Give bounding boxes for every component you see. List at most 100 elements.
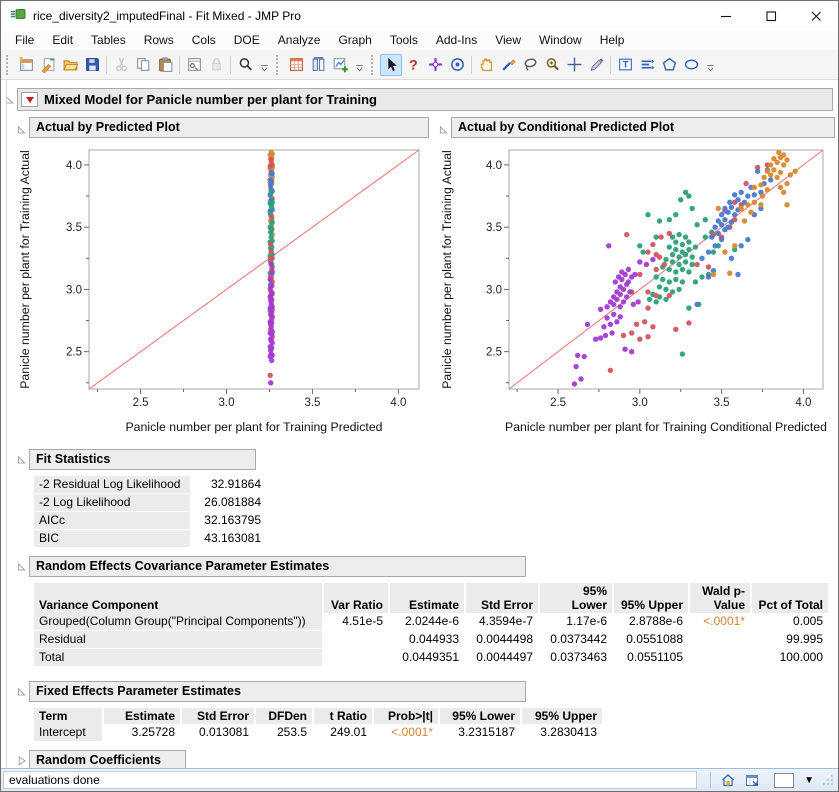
annotate-tool-icon[interactable] <box>585 54 607 76</box>
data-point[interactable] <box>268 373 273 378</box>
fit-statistics-header[interactable]: Fit Statistics <box>29 449 256 470</box>
data-point[interactable] <box>703 217 708 222</box>
data-point[interactable] <box>729 205 734 210</box>
data-point[interactable] <box>578 376 583 381</box>
cut-icon[interactable] <box>110 54 132 76</box>
data-point[interactable] <box>268 284 273 289</box>
data-point[interactable] <box>745 237 750 242</box>
data-point[interactable] <box>706 264 711 269</box>
data-point[interactable] <box>788 172 793 177</box>
data-point[interactable] <box>667 293 672 298</box>
data-point[interactable] <box>712 243 717 248</box>
data-point[interactable] <box>703 234 708 239</box>
data-point[interactable] <box>650 242 655 247</box>
data-point[interactable] <box>680 351 685 356</box>
data-point[interactable] <box>593 337 598 342</box>
data-point[interactable] <box>606 243 611 248</box>
data-point[interactable] <box>667 279 672 284</box>
menu-file[interactable]: File <box>6 31 43 50</box>
data-point[interactable] <box>621 299 626 304</box>
graph-builder-icon[interactable] <box>329 54 351 76</box>
menu-help[interactable]: Help <box>591 31 634 50</box>
data-point[interactable] <box>608 368 613 373</box>
data-point[interactable] <box>642 319 647 324</box>
arrow-tool-icon[interactable] <box>380 54 402 76</box>
data-point[interactable] <box>722 206 727 211</box>
resize-grip[interactable] <box>822 774 834 786</box>
menu-doe[interactable]: DOE <box>225 31 269 50</box>
data-point[interactable] <box>709 234 714 239</box>
disclosure-open-icon[interactable] <box>15 454 27 465</box>
data-point[interactable] <box>719 237 724 242</box>
data-point[interactable] <box>725 225 730 230</box>
menu-analyze[interactable]: Analyze <box>269 31 330 50</box>
data-point[interactable] <box>613 279 618 284</box>
data-point[interactable] <box>686 269 691 274</box>
data-point[interactable] <box>775 175 780 180</box>
data-point[interactable] <box>608 299 613 304</box>
data-point[interactable] <box>268 230 273 235</box>
data-point[interactable] <box>729 256 734 261</box>
data-point[interactable] <box>755 169 760 174</box>
data-point[interactable] <box>711 272 716 277</box>
title-bar[interactable]: rice_diversity2_imputedFinal - Fit Mixed… <box>1 1 838 31</box>
data-point[interactable] <box>694 222 699 227</box>
data-point[interactable] <box>716 218 721 223</box>
toolbar-overflow-icon[interactable] <box>258 55 271 75</box>
data-point[interactable] <box>663 287 668 292</box>
data-point[interactable] <box>268 182 273 187</box>
data-point[interactable] <box>699 274 704 279</box>
maximize-button[interactable] <box>748 1 793 31</box>
data-point[interactable] <box>739 243 744 248</box>
data-point[interactable] <box>268 380 273 385</box>
data-point[interactable] <box>604 315 609 320</box>
data-point[interactable] <box>686 305 691 310</box>
data-point[interactable] <box>771 167 776 172</box>
data-point[interactable] <box>573 364 578 369</box>
data-point[interactable] <box>604 304 609 309</box>
data-point[interactable] <box>660 277 665 282</box>
data-point[interactable] <box>745 202 750 207</box>
toolbar-grip[interactable] <box>6 55 11 75</box>
menu-rows[interactable]: Rows <box>135 31 183 50</box>
toolbar-overflow-icon[interactable] <box>353 55 366 75</box>
data-point[interactable] <box>269 157 274 162</box>
data-point[interactable] <box>647 297 652 302</box>
data-point[interactable] <box>662 262 667 267</box>
data-point[interactable] <box>760 193 765 198</box>
window-state-box[interactable] <box>774 773 794 788</box>
data-point[interactable] <box>614 289 619 294</box>
data-point[interactable] <box>784 157 789 162</box>
actual-by-conditional-predicted-plot[interactable]: 2.52.53.03.03.53.54.04.0Panicle number p… <box>437 141 833 437</box>
data-point[interactable] <box>686 320 691 325</box>
data-point[interactable] <box>634 322 639 327</box>
disclosure-open-icon[interactable] <box>15 686 27 697</box>
data-point[interactable] <box>654 299 659 304</box>
data-point[interactable] <box>636 299 641 304</box>
data-point[interactable] <box>778 170 783 175</box>
data-point[interactable] <box>765 169 770 174</box>
menu-graph[interactable]: Graph <box>329 31 380 50</box>
data-point[interactable] <box>637 243 642 248</box>
data-point[interactable] <box>673 239 678 244</box>
data-point[interactable] <box>680 279 685 284</box>
disclosure-open-icon[interactable] <box>437 121 449 135</box>
data-point[interactable] <box>269 205 274 210</box>
copy-icon[interactable] <box>132 54 154 76</box>
data-point[interactable] <box>575 353 580 358</box>
data-point[interactable] <box>673 247 678 252</box>
close-button[interactable] <box>793 1 838 31</box>
data-point[interactable] <box>627 289 632 294</box>
window-list-icon[interactable] <box>742 771 762 789</box>
data-point[interactable] <box>621 333 626 338</box>
menu-add-ins[interactable]: Add-Ins <box>427 31 486 50</box>
lock-icon[interactable] <box>205 54 227 76</box>
data-point[interactable] <box>270 171 275 176</box>
data-point[interactable] <box>608 322 613 327</box>
data-point[interactable] <box>654 267 659 272</box>
status-dropdown-arrow-icon[interactable]: ▼ <box>804 775 814 786</box>
red-triangle-menu-button[interactable] <box>21 92 38 107</box>
data-point[interactable] <box>793 169 798 174</box>
data-point[interactable] <box>768 177 773 182</box>
data-point[interactable] <box>712 225 717 230</box>
